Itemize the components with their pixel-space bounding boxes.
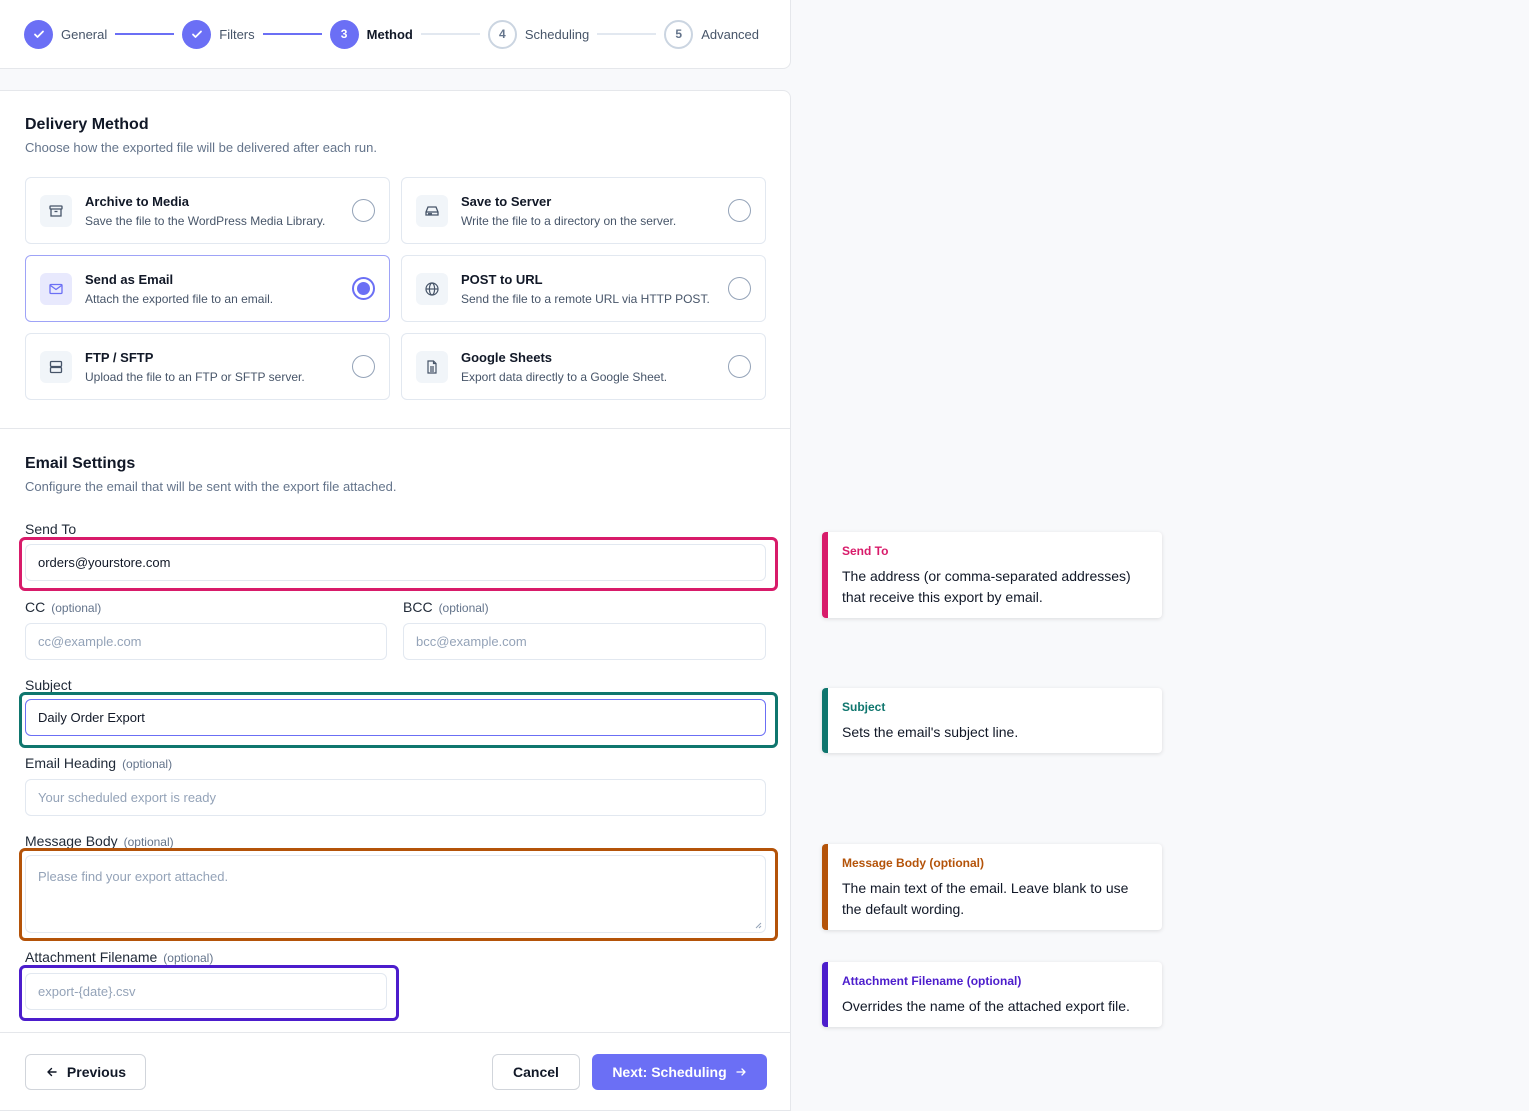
step-label: General [61,26,108,42]
delivery-options: Archive to Media Save the file to the Wo… [25,177,766,400]
cancel-label: Cancel [513,1064,559,1080]
optional-tag: (optional) [51,601,102,615]
next-scheduling-button[interactable]: Next: Scheduling [592,1054,767,1090]
annotation-body: The main text of the email. Leave blank … [842,880,1129,917]
option-google-sheets[interactable]: Google Sheets Export data directly to a … [401,333,766,400]
annotation-title: Message Body (optional) [842,856,985,870]
send-to-label: Send To [25,521,77,537]
step-number: 3 [329,19,359,49]
message-body-highlight [19,848,778,941]
archive-icon [40,194,72,227]
optional-tag: (optional) [163,951,214,965]
check-icon [24,19,53,49]
globe-icon [416,272,448,305]
section-subtitle: Choose how the exported file will be del… [25,140,377,155]
footer-divider [0,1032,790,1033]
email-heading-label: Email Heading [25,755,117,771]
section-title: Delivery Method [25,116,149,133]
send-to-highlight [19,537,778,591]
subject-highlight [19,692,778,748]
arrow-left-icon [47,1067,57,1077]
option-description: Export data directly to a Google Sheet. [461,369,668,384]
step-general[interactable]: General [24,19,108,49]
step-number: 4 [487,19,517,49]
step-connector [597,33,657,35]
annotation-send-to: Send To The address (or comma-separated … [822,532,1162,618]
option-radio[interactable] [728,355,751,378]
attachment-filename-label: Attachment Filename [25,949,158,965]
cc-label: CC [25,599,46,615]
step-label: Advanced [701,26,760,42]
arrow-right-icon [736,1068,746,1076]
server-icon [40,350,72,383]
section-divider [0,428,790,429]
step-scheduling[interactable]: 4 Scheduling [487,19,590,49]
message-body-label: Message Body [25,833,118,849]
option-description: Send the file to a remote URL via HTTP P… [461,291,710,306]
settings-card: Delivery Method Choose how the exported … [0,90,791,1111]
spreadsheet-icon [416,350,448,383]
step-connector [420,33,480,35]
option-radio[interactable] [352,277,375,300]
step-connector [262,33,322,35]
mail-icon [40,272,72,305]
wizard-stepper: General Filters 3 Method 4 Scheduling 5 … [0,0,791,69]
bcc-label: BCC [403,599,433,615]
cancel-button[interactable]: Cancel [492,1054,580,1090]
option-post-to-url[interactable]: POST to URL Send the file to a remote UR… [401,255,766,322]
annotation-title: Send To [842,544,889,558]
option-send-as-email[interactable]: Send as Email Attach the exported file t… [25,255,390,322]
previous-label: Previous [66,1064,127,1080]
cc-input[interactable]: cc@example.com [25,623,387,660]
previous-button[interactable]: Previous [25,1054,146,1090]
annotation-message-body: Message Body (optional) The main text of… [822,844,1162,930]
option-title: Google Sheets [461,349,553,365]
attachment-filename-highlight [19,965,399,1021]
annotation-subject: Subject Sets the email's subject line. [822,688,1162,753]
delivery-method-section: Delivery Method Choose how the exported … [25,116,766,400]
optional-tag: (optional) [122,757,173,771]
annotation-body: Overrides the name of the attached expor… [842,998,1130,1014]
subject-label: Subject [25,677,72,693]
step-connector [115,33,175,35]
option-description: Write the file to a directory on the ser… [461,213,677,228]
annotation-body: Sets the email's subject line. [842,724,1019,740]
option-title: Send as Email [85,271,174,287]
email-heading-input[interactable]: Your scheduled export is ready [25,779,766,816]
option-description: Upload the file to an FTP or SFTP server… [85,369,305,384]
section-title: Email Settings [25,455,136,472]
option-title: Archive to Media [85,193,190,209]
step-label: Filters [219,26,255,42]
option-radio[interactable] [352,355,375,378]
option-radio[interactable] [352,199,375,222]
optional-tag: (optional) [438,601,489,615]
option-radio[interactable] [728,199,751,222]
option-ftp-sftp[interactable]: FTP / SFTP Upload the file to an FTP or … [25,333,390,400]
step-label: Scheduling [524,26,590,42]
step-advanced[interactable]: 5 Advanced [664,19,760,49]
annotation-title: Attachment Filename (optional) [842,974,1022,988]
annotation-title: Subject [842,700,886,714]
option-description: Save the file to the WordPress Media Lib… [85,213,326,228]
step-filters[interactable]: Filters [182,19,255,49]
next-label: Next: Scheduling [612,1064,727,1080]
bcc-input[interactable]: bcc@example.com [403,623,766,660]
option-title: POST to URL [461,271,543,287]
option-radio[interactable] [728,277,751,300]
option-title: Save to Server [461,193,552,209]
option-save-to-server[interactable]: Save to Server Write the file to a direc… [401,177,766,244]
email-settings-section: Email Settings Configure the email that … [25,455,766,1010]
annotation-body: The address (or comma-separated addresse… [842,568,1131,605]
option-description: Attach the exported file to an email. [85,291,274,306]
step-number: 5 [664,19,694,49]
check-icon [182,19,212,49]
option-archive-to-media[interactable]: Archive to Media Save the file to the Wo… [25,177,390,244]
step-label: Method [366,26,413,42]
section-subtitle: Configure the email that will be sent wi… [25,479,397,494]
annotation-attachment-filename: Attachment Filename (optional) Overrides… [822,962,1162,1027]
optional-tag: (optional) [123,835,174,849]
option-title: FTP / SFTP [85,349,154,365]
hard-drive-icon [416,194,448,227]
step-method[interactable]: 3 Method [329,19,413,49]
